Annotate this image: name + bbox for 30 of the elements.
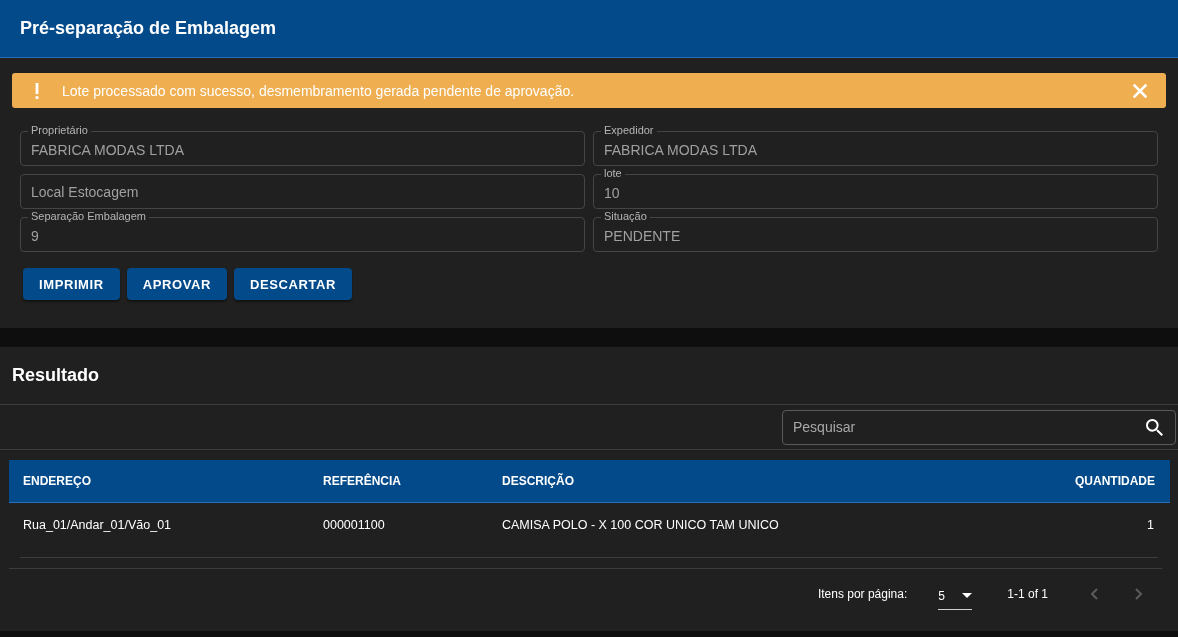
section-title: Resultado	[12, 365, 99, 386]
field-label: Expedidor	[601, 124, 657, 137]
table-cell-text: CAMISA POLO - X 100 COR UNICO TAM UNICO	[502, 518, 780, 532]
page-title: Pré-separação de Embalagem	[20, 18, 277, 39]
field-label: Separação Embalagem	[28, 210, 149, 223]
search-field[interactable]: Pesquisar	[782, 409, 1176, 445]
table-cell-text: 000001100	[323, 518, 386, 532]
close-button[interactable]	[1133, 83, 1147, 98]
page-size-label: Itens por página:	[817, 587, 908, 601]
field-label: lote	[601, 167, 625, 180]
action-button[interactable]: APROVAR	[126, 268, 227, 300]
field-label: Situação	[601, 210, 650, 223]
alert-message: Lote processado com sucesso, desmembramento gerada pendente de aprovação.	[62, 82, 576, 99]
table-cell-text: Rua_01/Andar_01/Vão_01	[23, 518, 173, 532]
table-cell: 1	[1147, 518, 1154, 532]
column-header: QUANTIDADE	[1075, 474, 1155, 488]
chevron-left-icon	[1090, 588, 1098, 600]
close-icon	[1133, 83, 1147, 98]
page-size-select[interactable]: 5	[938, 584, 973, 610]
column-header: DESCRIÇÃO	[502, 474, 575, 488]
exclamation-icon	[35, 82, 39, 99]
page-range: 1-1 of 1	[1007, 587, 1048, 601]
field-label: Proprietário	[28, 124, 91, 137]
action-button[interactable]: DESCARTAR	[234, 268, 353, 300]
action-button[interactable]: IMPRIMIR	[23, 268, 120, 300]
search-icon[interactable]	[1146, 418, 1163, 436]
chevron-right-icon	[1135, 588, 1143, 600]
column-header: REFERÊNCIA	[323, 474, 402, 488]
column-header: ENDEREÇO	[23, 474, 92, 488]
caret-icon	[962, 593, 973, 598]
